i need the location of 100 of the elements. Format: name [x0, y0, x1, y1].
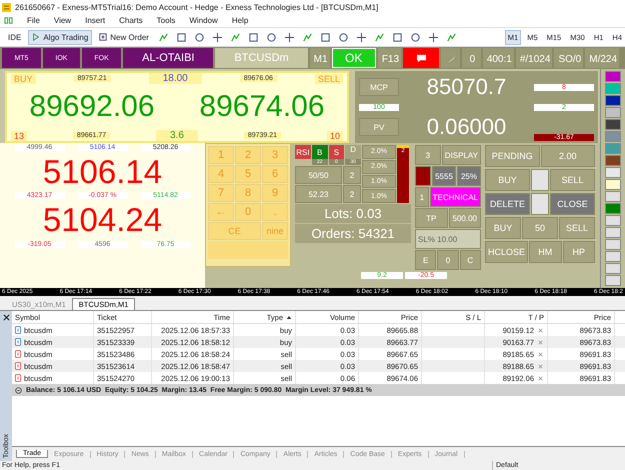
panel-button[interactable]: 3	[415, 145, 441, 165]
keypad-key[interactable]: nine	[262, 222, 288, 240]
toolbar-icon[interactable]	[194, 32, 205, 42]
panel-button[interactable]: M1	[310, 48, 330, 68]
keypad-key[interactable]: ←	[208, 203, 234, 221]
menu-item[interactable]: Tools	[156, 16, 176, 25]
indicator-button[interactable]: RSI	[295, 145, 311, 159]
toolbar-icon[interactable]	[266, 32, 277, 42]
keypad-key[interactable]: 8	[235, 184, 261, 202]
keypad-key[interactable]: 0	[235, 203, 261, 221]
color-swatch[interactable]	[605, 227, 621, 238]
color-swatch[interactable]	[605, 131, 621, 142]
panel-button[interactable]: OK	[332, 48, 376, 68]
toggle-switch[interactable]	[531, 169, 549, 191]
panel-button[interactable]: TP	[415, 208, 448, 228]
panel-button[interactable]: PENDING	[485, 145, 540, 167]
color-swatch[interactable]	[605, 275, 621, 286]
keypad-key[interactable]: 9	[262, 184, 288, 202]
toolbar-icon[interactable]	[320, 32, 331, 42]
toolbar-icon[interactable]	[176, 32, 187, 42]
color-swatch[interactable]	[605, 263, 621, 274]
panel-button[interactable]: 400:1	[482, 48, 514, 68]
panel-button[interactable]: 0	[437, 250, 459, 270]
color-swatch[interactable]	[605, 167, 621, 178]
panel-button[interactable]: DELETE	[485, 193, 530, 215]
close-icon[interactable]	[2, 314, 10, 321]
panel-button[interactable]: 2	[343, 166, 361, 184]
panel-button[interactable]: 2	[343, 185, 361, 203]
keypad-key[interactable]: 7	[208, 184, 234, 202]
value-display[interactable]: 2.00	[540, 145, 595, 167]
panel-button[interactable]: E	[415, 250, 436, 270]
keypad-key[interactable]: .	[262, 203, 288, 221]
toolbar-icon[interactable]	[338, 32, 349, 42]
indicator-button[interactable]: S	[328, 145, 344, 159]
panel-button[interactable]: 0	[462, 48, 481, 68]
keypad-key[interactable]: 5	[235, 165, 261, 183]
color-swatch[interactable]	[605, 203, 621, 214]
color-swatch[interactable]	[605, 179, 621, 190]
color-swatch[interactable]	[605, 239, 621, 250]
panel-button[interactable]: PV	[359, 118, 399, 136]
panel-button[interactable]: HM	[529, 241, 562, 263]
panel-button[interactable]: SO/0	[554, 48, 584, 68]
color-swatch[interactable]	[605, 251, 621, 262]
keypad-key[interactable]: 4	[208, 165, 234, 183]
toolbar-button[interactable]: Algo Trading	[28, 30, 92, 44]
panel-button[interactable]: SELL	[550, 169, 595, 191]
indicator-button[interactable]: D	[345, 145, 361, 159]
panel-button[interactable]: 52.23	[295, 185, 342, 203]
panel-button[interactable]: #/1024	[516, 48, 552, 68]
panel-button[interactable]: 1	[415, 187, 429, 207]
panel-button[interactable]: BUY	[485, 217, 521, 239]
menu-item[interactable]: Help	[232, 16, 248, 25]
color-swatch[interactable]	[605, 119, 621, 130]
panel-button[interactable]: 500.00	[448, 208, 481, 228]
value-display[interactable]: 50	[522, 217, 558, 239]
panel-button[interactable]: F13	[378, 48, 402, 68]
color-swatch[interactable]	[605, 107, 621, 118]
panel-button[interactable]: HP	[562, 241, 596, 263]
panel-button[interactable]: HCLOSE	[485, 241, 528, 263]
toolbar-icon[interactable]	[356, 32, 367, 42]
panel-button[interactable]: 25%	[457, 166, 481, 186]
keypad-key[interactable]: 6	[262, 165, 288, 183]
toolbar-icon[interactable]	[284, 32, 295, 42]
panel-button[interactable]: SELL	[559, 217, 595, 239]
color-swatch[interactable]	[605, 143, 621, 154]
toolbar-icon[interactable]	[248, 32, 259, 42]
toolbar-button[interactable]: New Order	[95, 30, 153, 44]
color-swatch[interactable]	[605, 155, 621, 166]
color-swatch[interactable]	[605, 71, 621, 82]
panel-button[interactable]: M/224	[585, 48, 620, 68]
panel-button[interactable]: DISPLAY	[442, 145, 481, 165]
toolbar-icon[interactable]	[410, 32, 421, 42]
indicator-button[interactable]: B	[312, 145, 328, 159]
keypad-key[interactable]: 2	[235, 146, 261, 164]
toolbar-icon[interactable]	[212, 32, 223, 42]
input-field[interactable]: SL% 10.00	[415, 229, 481, 249]
menu-item[interactable]: Insert	[85, 16, 106, 25]
color-swatch[interactable]	[605, 95, 621, 106]
menu-item[interactable]: View	[54, 16, 72, 25]
panel-button[interactable]: TECHNICAL	[430, 187, 481, 207]
keypad-key[interactable]: CE	[208, 222, 261, 240]
toolbar-icon[interactable]	[428, 32, 439, 42]
toolbar-button[interactable]: IDE	[4, 30, 26, 44]
collapse-icon[interactable]	[15, 386, 22, 394]
color-swatch[interactable]	[605, 191, 621, 202]
menu-item[interactable]: Window	[189, 16, 218, 25]
panel-button[interactable]: 50/50	[295, 166, 342, 184]
panel-button[interactable]: CLOSE	[550, 193, 595, 215]
keypad-key[interactable]: 3	[262, 146, 288, 164]
color-swatch[interactable]	[605, 83, 621, 94]
menu-item[interactable]: File	[27, 16, 40, 25]
panel-button[interactable]	[403, 48, 439, 68]
panel-button[interactable]: BUY	[485, 169, 530, 191]
panel-button[interactable]: C	[460, 250, 481, 270]
toolbar-icon[interactable]	[392, 32, 403, 42]
panel-button[interactable]: BTCUSDm	[215, 48, 308, 68]
toggle-switch[interactable]	[531, 193, 549, 215]
panel-button[interactable]: MCP	[359, 78, 399, 96]
keypad-key[interactable]: 1	[208, 146, 234, 164]
panel-button[interactable]: AL-OTAIBI	[123, 48, 214, 68]
